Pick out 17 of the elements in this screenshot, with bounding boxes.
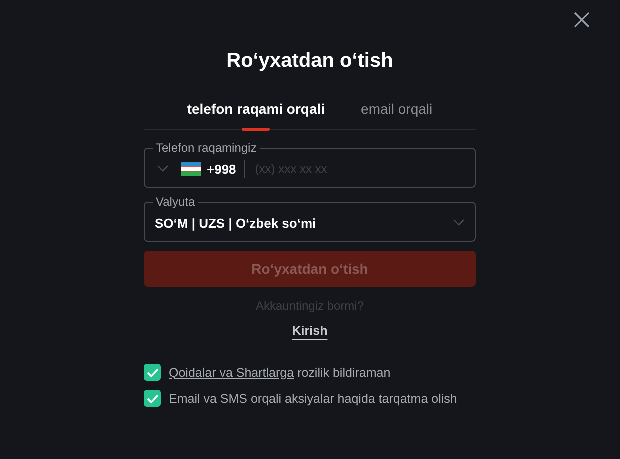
close-icon[interactable] [574, 12, 590, 28]
field-label: Telefon raqamingiz [155, 141, 258, 155]
field-label: Valyuta [155, 195, 196, 209]
chevron-icon [453, 219, 465, 227]
select-value: SO‘M | UZS | O‘zbek so‘mi [155, 216, 318, 230]
dialog-title: Ro‘yxatdan o‘tish [226, 50, 394, 73]
country-code: +998 [207, 162, 236, 176]
tab[interactable]: telefon raqami orqali [187, 101, 326, 129]
tab[interactable]: email orqali [361, 101, 433, 129]
checkbox-label: Qoidalar va Shartlarga rozilik bildiraman [169, 366, 391, 380]
terms-link[interactable]: Qoidalar va Shartlarga [169, 366, 294, 380]
login-link[interactable]: Kirish [292, 324, 328, 338]
checkbox-label: Email va SMS orqali aksiyalar haqida tarqatma olish [169, 392, 458, 406]
flag-icon [181, 162, 201, 176]
currency-select[interactable]: Valyuta SO‘M | UZS | O‘zbek so‘mi [144, 195, 476, 242]
checkbox[interactable] [144, 364, 161, 381]
checkbox[interactable] [144, 390, 161, 407]
